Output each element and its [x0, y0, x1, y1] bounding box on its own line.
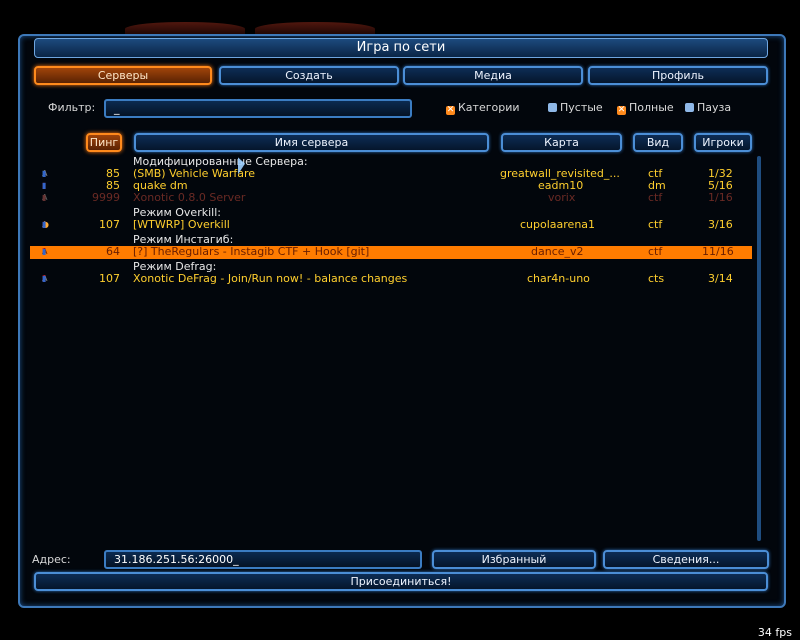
window-title: Игра по сети: [34, 38, 768, 58]
column-ping[interactable]: Пинг: [86, 133, 122, 152]
tab-profile[interactable]: Профиль: [588, 66, 768, 85]
column-players[interactable]: Игроки: [694, 133, 752, 152]
join-button[interactable]: Присоединиться!: [34, 572, 768, 591]
multiplayer-window: [18, 34, 786, 608]
server-row-selected[interactable]: A? ▮ 64 [?] TheRegulars - Instagib CTF + …: [30, 246, 752, 259]
server-info-button[interactable]: Сведения...: [603, 550, 769, 569]
server-row[interactable]: A? ▮ ▮ 107 Xonotic DeFrag - Join/Run now! …: [30, 273, 752, 285]
checkbox-pause[interactable]: Пауза: [685, 101, 731, 114]
tab-create[interactable]: Создать: [219, 66, 399, 85]
column-type[interactable]: Вид: [633, 133, 683, 152]
list-scrollbar[interactable]: [757, 156, 761, 541]
unchecked-icon: [548, 103, 557, 112]
unchecked-icon: [685, 103, 694, 112]
checkbox-categories[interactable]: ✕ Категории: [446, 101, 520, 115]
checked-icon: ✕: [617, 105, 626, 115]
tab-servers[interactable]: Серверы: [34, 66, 212, 85]
filter-label: Фильтр:: [48, 101, 96, 114]
column-server-name[interactable]: Имя сервера: [134, 133, 489, 152]
favorite-button[interactable]: Избранный: [432, 550, 596, 569]
filter-input[interactable]: _: [104, 99, 412, 118]
server-row[interactable]: A ● ▮ ▮ 107 [WTWRP] Overkill cupolaarena1 c…: [30, 219, 752, 231]
checked-icon: ✕: [446, 105, 455, 115]
address-label: Адрес:: [32, 553, 71, 566]
fps-counter: 34 fps: [757, 626, 792, 639]
checkbox-full[interactable]: ✕ Полные: [617, 101, 674, 115]
tab-media[interactable]: Медиа: [403, 66, 583, 85]
server-row[interactable]: A ▮ 9999 Xonotic 0.8.0 Server vorix ctf 1…: [30, 192, 752, 204]
address-input[interactable]: 31.186.251.56:26000_: [104, 550, 422, 569]
checkbox-empty[interactable]: Пустые: [548, 101, 603, 114]
column-map[interactable]: Карта: [501, 133, 622, 152]
mouse-cursor-icon: [238, 157, 245, 176]
